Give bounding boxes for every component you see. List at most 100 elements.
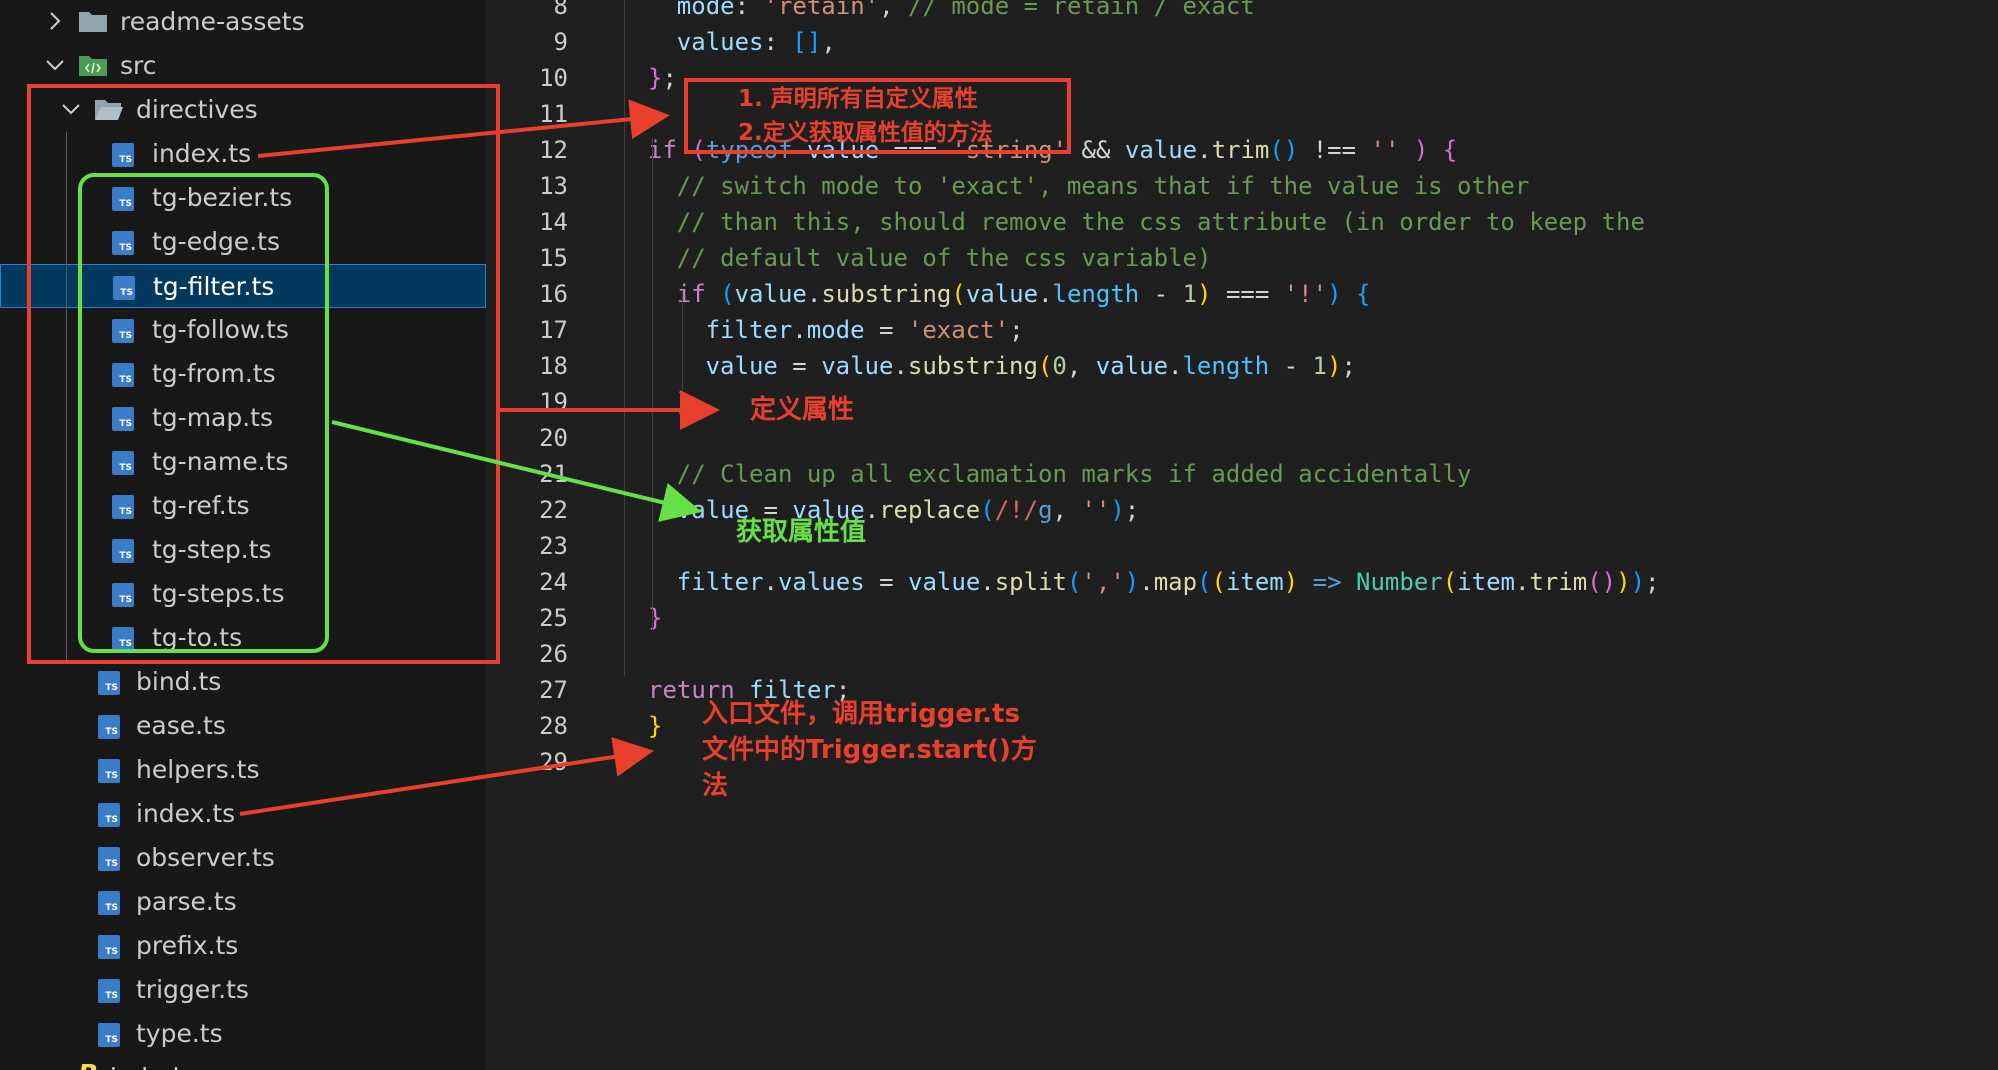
typescript-file-icon: TS bbox=[112, 495, 134, 519]
code-line[interactable]: 10}; bbox=[486, 60, 1998, 96]
code-text: } bbox=[676, 388, 692, 416]
tree-item-label: src bbox=[120, 51, 157, 80]
code-text: filter.mode = 'exact'; bbox=[705, 316, 1024, 344]
code-editor[interactable]: 8 mode: 'retain', // mode = retain / exac… bbox=[486, 0, 1998, 1070]
typescript-file-icon: TS bbox=[98, 847, 120, 871]
line-number: 28 bbox=[539, 712, 568, 740]
code-line[interactable]: 14 // than this, should remove the css at… bbox=[486, 204, 1998, 240]
code-text: filter.values = value.split(',').map((it… bbox=[676, 568, 1660, 596]
tree-item-tg-map-ts[interactable]: TS tg-map.ts bbox=[0, 396, 486, 440]
tree-item-tg-edge-ts[interactable]: TS tg-edge.ts bbox=[0, 220, 486, 264]
editor-indent-guide bbox=[652, 138, 653, 630]
line-number: 20 bbox=[539, 424, 568, 452]
code-line[interactable]: 24 filter.values = value.split(',').map((… bbox=[486, 564, 1998, 600]
code-line[interactable]: 25} bbox=[486, 600, 1998, 636]
tree-item-ease-ts[interactable]: TS ease.ts bbox=[0, 704, 486, 748]
tree-item-prefix-ts[interactable]: TS prefix.ts bbox=[0, 924, 486, 968]
tree-item-bind-ts[interactable]: TS bind.ts bbox=[0, 660, 486, 704]
code-text: values: [], bbox=[676, 28, 836, 56]
tree-item-type-ts[interactable]: TS type.ts bbox=[0, 1012, 486, 1056]
tree-item-tg-ref-ts[interactable]: TS tg-ref.ts bbox=[0, 484, 486, 528]
code-text: if (value.substring(value.length - 1) ==… bbox=[676, 280, 1371, 308]
line-number: 9 bbox=[553, 28, 568, 56]
tree-item-label: index.ts bbox=[136, 799, 236, 828]
code-line[interactable]: 15 // default value of the css variable) bbox=[486, 240, 1998, 276]
code-text: if (typeof value === 'string' && value.t… bbox=[648, 136, 1458, 164]
tree-item-trigger-ts[interactable]: TS trigger.ts bbox=[0, 968, 486, 1012]
tree-item-label: observer.ts bbox=[136, 843, 275, 872]
tree-item-label: tg-steps.ts bbox=[152, 579, 285, 608]
chevron-down-icon[interactable] bbox=[60, 98, 82, 120]
code-line[interactable]: 22 value = value.replace(/!/g, ''); bbox=[486, 492, 1998, 528]
code-line[interactable]: 28} bbox=[486, 708, 1998, 744]
typescript-file-icon: TS bbox=[98, 1023, 120, 1047]
typescript-file-icon: TS bbox=[112, 407, 134, 431]
code-line[interactable]: 26 bbox=[486, 636, 1998, 672]
tree-item-label: tg-edge.ts bbox=[152, 227, 280, 256]
tree-item-index-ts[interactable]: TS index.ts bbox=[0, 792, 486, 836]
line-number: 22 bbox=[539, 496, 568, 524]
tree-item-directives[interactable]: directives bbox=[0, 88, 486, 132]
indent-guide bbox=[66, 132, 67, 660]
code-line[interactable]: 17 filter.mode = 'exact'; bbox=[486, 312, 1998, 348]
tree-item-label: parse.ts bbox=[136, 887, 237, 916]
code-line[interactable]: 13 // switch mode to 'exact', means that … bbox=[486, 168, 1998, 204]
code-line[interactable]: 9 values: [], bbox=[486, 24, 1998, 60]
typescript-file-icon: TS bbox=[113, 276, 135, 300]
typescript-file-icon: TS bbox=[112, 143, 134, 167]
code-line[interactable]: 29 bbox=[486, 744, 1998, 780]
tree-item-observer-ts[interactable]: TS observer.ts bbox=[0, 836, 486, 880]
tree-item-tg-bezier-ts[interactable]: TS tg-bezier.ts bbox=[0, 176, 486, 220]
typescript-file-icon: TS bbox=[98, 979, 120, 1003]
code-line[interactable]: 20 bbox=[486, 420, 1998, 456]
code-line[interactable]: 8 mode: 'retain', // mode = retain / exac… bbox=[486, 0, 1998, 24]
tree-item-tg-name-ts[interactable]: TS tg-name.ts bbox=[0, 440, 486, 484]
code-line[interactable]: 12 if (typeof value === 'string' && value… bbox=[486, 132, 1998, 168]
tree-item-tg-from-ts[interactable]: TS tg-from.ts bbox=[0, 352, 486, 396]
code-line[interactable]: 18 value = value.substring(0, value.lengt… bbox=[486, 348, 1998, 384]
line-number: 12 bbox=[539, 136, 568, 164]
tree-item-label: helpers.ts bbox=[136, 755, 260, 784]
typescript-file-icon: TS bbox=[112, 363, 134, 387]
line-number: 21 bbox=[539, 460, 568, 488]
tree-item-index-ts[interactable]: TS index.ts bbox=[0, 132, 486, 176]
tree-item-readme-assets[interactable]: readme-assets bbox=[0, 0, 486, 44]
tree-item-label: type.ts bbox=[136, 1019, 223, 1048]
tree-item-label: tg-ref.ts bbox=[152, 491, 250, 520]
tree-item-babel[interactable]: Bbabel bbox=[0, 1056, 486, 1070]
tree-item-tg-filter-ts[interactable]: TS tg-filter.ts bbox=[0, 264, 486, 308]
tree-item-helpers-ts[interactable]: TS helpers.ts bbox=[0, 748, 486, 792]
code-line[interactable]: 11 bbox=[486, 96, 1998, 132]
line-number: 23 bbox=[539, 532, 568, 560]
tree-item-tg-step-ts[interactable]: TS tg-step.ts bbox=[0, 528, 486, 572]
code-text: } bbox=[648, 712, 663, 740]
tree-item-src[interactable]: src bbox=[0, 44, 486, 88]
tree-item-parse-ts[interactable]: TS parse.ts bbox=[0, 880, 486, 924]
tree-item-label: babel bbox=[110, 1062, 179, 1070]
tree-item-label: tg-filter.ts bbox=[153, 272, 275, 301]
line-number: 17 bbox=[539, 316, 568, 344]
tree-item-label: tg-step.ts bbox=[152, 535, 272, 564]
line-number: 15 bbox=[539, 244, 568, 272]
code-line[interactable]: 23 bbox=[486, 528, 1998, 564]
line-number: 27 bbox=[539, 676, 568, 704]
code-line[interactable]: 19} bbox=[486, 384, 1998, 420]
code-text: value = value.substring(0, value.length … bbox=[705, 352, 1356, 380]
code-text: mode: 'retain', // mode = retain / exact bbox=[676, 0, 1255, 20]
line-number: 24 bbox=[539, 568, 568, 596]
code-line[interactable]: 16 if (value.substring(value.length - 1) … bbox=[486, 276, 1998, 312]
tree-item-tg-to-ts[interactable]: TS tg-to.ts bbox=[0, 616, 486, 660]
chevron-down-icon[interactable] bbox=[44, 54, 66, 76]
code-text: } bbox=[648, 604, 663, 632]
code-text: // switch mode to 'exact', means that if… bbox=[676, 172, 1530, 200]
tree-item-label: readme-assets bbox=[120, 7, 305, 36]
code-line[interactable]: 21 // Clean up all exclamation marks if a… bbox=[486, 456, 1998, 492]
chevron-right-icon[interactable] bbox=[44, 10, 66, 32]
tree-item-tg-steps-ts[interactable]: TS tg-steps.ts bbox=[0, 572, 486, 616]
line-number: 10 bbox=[539, 64, 568, 92]
tree-item-tg-follow-ts[interactable]: TS tg-follow.ts bbox=[0, 308, 486, 352]
tree-item-label: tg-map.ts bbox=[152, 403, 274, 432]
typescript-file-icon: TS bbox=[112, 451, 134, 475]
line-number: 26 bbox=[539, 640, 568, 668]
code-line[interactable]: 27 return filter; bbox=[486, 672, 1998, 708]
